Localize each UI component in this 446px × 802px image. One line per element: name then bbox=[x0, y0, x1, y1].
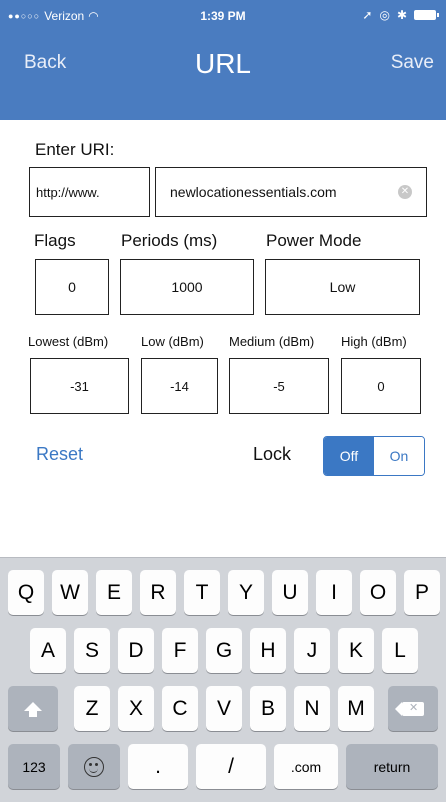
navigation-header: ●●○○○ Verizon ◠ 1:39 PM ➚ ◎ ✱ Back URL S… bbox=[0, 0, 446, 120]
high-dbm-label: High (dBm) bbox=[341, 334, 407, 349]
save-button[interactable]: Save bbox=[391, 52, 434, 74]
uri-prefix-field[interactable]: http://www. bbox=[29, 167, 150, 217]
alarm-icon: ◎ bbox=[379, 8, 390, 22]
key-v[interactable]: V bbox=[206, 686, 242, 731]
lock-on-segment[interactable]: On bbox=[374, 437, 424, 475]
periods-label: Periods (ms) bbox=[121, 231, 218, 250]
shift-key[interactable] bbox=[8, 686, 58, 731]
battery-icon bbox=[414, 10, 439, 20]
key-c[interactable]: C bbox=[162, 686, 198, 731]
key-x[interactable]: X bbox=[118, 686, 154, 731]
key-s[interactable]: S bbox=[74, 628, 110, 673]
key-b[interactable]: B bbox=[250, 686, 286, 731]
uri-prefix-value: http://www. bbox=[36, 184, 100, 200]
lock-label: Lock bbox=[253, 444, 292, 464]
key-p[interactable]: P bbox=[404, 570, 440, 615]
reset-button[interactable]: Reset bbox=[36, 444, 83, 465]
flags-field[interactable]: 0 bbox=[35, 259, 109, 315]
key-g[interactable]: G bbox=[206, 628, 242, 673]
high-dbm-value: 0 bbox=[377, 378, 385, 394]
medium-dbm-value: -5 bbox=[273, 378, 285, 394]
key-j[interactable]: J bbox=[294, 628, 330, 673]
uri-input[interactable]: newlocationessentials.com ✕ bbox=[155, 167, 427, 217]
lock-toggle[interactable]: Off On bbox=[323, 436, 425, 476]
key-m[interactable]: M bbox=[338, 686, 374, 731]
power-mode-value: Low bbox=[329, 279, 356, 295]
numbers-key[interactable]: 123 bbox=[8, 744, 60, 789]
uri-label: Enter URI: bbox=[35, 140, 115, 159]
low-dbm-label: Low (dBm) bbox=[141, 334, 204, 349]
backspace-icon: ✕ bbox=[395, 701, 424, 716]
bluetooth-icon: ✱ bbox=[396, 8, 407, 22]
key-t[interactable]: T bbox=[184, 570, 220, 615]
key-q[interactable]: Q bbox=[8, 570, 44, 615]
key-d[interactable]: D bbox=[118, 628, 154, 673]
key-a[interactable]: A bbox=[30, 628, 66, 673]
uri-input-value: newlocationessentials.com bbox=[170, 184, 337, 200]
key-e[interactable]: E bbox=[96, 570, 132, 615]
power-mode-field[interactable]: Low bbox=[265, 259, 420, 315]
key-n[interactable]: N bbox=[294, 686, 330, 731]
power-mode-label: Power Mode bbox=[266, 231, 362, 250]
key-w[interactable]: W bbox=[52, 570, 88, 615]
dotcom-key[interactable]: .com bbox=[274, 744, 338, 789]
location-icon: ➚ bbox=[362, 8, 373, 22]
key-l[interactable]: L bbox=[382, 628, 418, 673]
key-i[interactable]: I bbox=[316, 570, 352, 615]
keyboard: Q W E R T Y U I O P A S D F G H J K L Z … bbox=[0, 557, 446, 802]
key-h[interactable]: H bbox=[250, 628, 286, 673]
lowest-dbm-field[interactable]: -31 bbox=[30, 358, 129, 414]
dot-key[interactable]: . bbox=[128, 744, 188, 789]
key-k[interactable]: K bbox=[338, 628, 374, 673]
key-o[interactable]: O bbox=[360, 570, 396, 615]
key-z[interactable]: Z bbox=[74, 686, 110, 731]
slash-key[interactable]: / bbox=[196, 744, 266, 789]
medium-dbm-field[interactable]: -5 bbox=[229, 358, 329, 414]
shift-icon bbox=[24, 702, 42, 717]
flags-label: Flags bbox=[34, 231, 76, 250]
key-u[interactable]: U bbox=[272, 570, 308, 615]
status-icons: ➚ ◎ ✱ bbox=[362, 8, 439, 22]
lock-off-segment[interactable]: Off bbox=[324, 437, 374, 475]
periods-value: 1000 bbox=[171, 279, 203, 295]
backspace-key[interactable]: ✕ bbox=[388, 686, 438, 731]
lowest-dbm-label: Lowest (dBm) bbox=[28, 334, 109, 349]
high-dbm-field[interactable]: 0 bbox=[341, 358, 421, 414]
key-f[interactable]: F bbox=[162, 628, 198, 673]
flags-value: 0 bbox=[68, 279, 76, 295]
lowest-dbm-value: -31 bbox=[70, 378, 89, 394]
status-bar: ●●○○○ Verizon ◠ 1:39 PM ➚ ◎ ✱ bbox=[0, 0, 446, 30]
medium-dbm-label: Medium (dBm) bbox=[229, 334, 315, 349]
low-dbm-value: -14 bbox=[170, 378, 189, 394]
return-key[interactable]: return bbox=[346, 744, 438, 789]
back-button[interactable]: Back bbox=[24, 52, 66, 74]
emoji-key[interactable] bbox=[68, 744, 120, 789]
key-y[interactable]: Y bbox=[228, 570, 264, 615]
clear-icon[interactable]: ✕ bbox=[398, 185, 412, 199]
low-dbm-field[interactable]: -14 bbox=[141, 358, 218, 414]
emoji-icon bbox=[84, 756, 104, 777]
page-title: URL bbox=[194, 48, 251, 79]
key-r[interactable]: R bbox=[140, 570, 176, 615]
periods-field[interactable]: 1000 bbox=[120, 259, 254, 315]
